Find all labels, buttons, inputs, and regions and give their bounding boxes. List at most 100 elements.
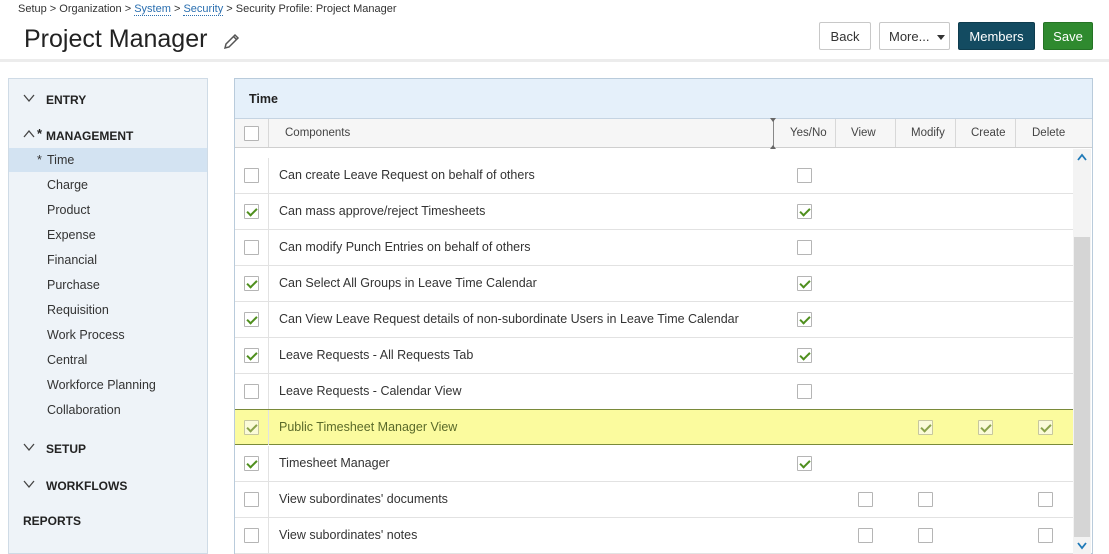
pencil-icon[interactable] <box>221 30 243 52</box>
chevron-down-icon <box>23 94 35 103</box>
back-button[interactable]: Back <box>819 22 871 50</box>
component-name: Can Select All Groups in Leave Time Cale… <box>279 276 537 290</box>
row-select-checkbox[interactable] <box>244 456 259 471</box>
row-select-checkbox[interactable] <box>244 240 259 255</box>
select-all-checkbox[interactable] <box>244 126 259 141</box>
table-row: Can mass approve/reject Timesheets <box>235 194 1075 230</box>
delete-checkbox[interactable] <box>1038 420 1053 435</box>
yesno-checkbox[interactable] <box>797 276 812 291</box>
row-select-checkbox[interactable] <box>244 204 259 219</box>
more-dropdown[interactable]: More... <box>879 22 950 50</box>
caret-down-icon <box>937 35 945 40</box>
scroll-down-icon[interactable] <box>1077 542 1087 550</box>
chevron-up-icon <box>23 129 35 138</box>
sidebar-item-collaboration[interactable]: Collaboration <box>9 398 207 422</box>
yesno-checkbox[interactable] <box>797 384 812 399</box>
yesno-checkbox[interactable] <box>797 168 812 183</box>
row-select-checkbox[interactable] <box>244 312 259 327</box>
yesno-checkbox[interactable] <box>797 348 812 363</box>
sidebar-item-requisition[interactable]: Requisition <box>9 298 207 322</box>
column-divider <box>268 446 269 481</box>
table-row: Can Select All Groups in Leave Time Cale… <box>235 266 1075 302</box>
row-select-checkbox[interactable] <box>244 492 259 507</box>
sidebar-item-work-process[interactable]: Work Process <box>9 323 207 347</box>
delete-checkbox[interactable] <box>1038 492 1053 507</box>
column-header-components[interactable]: Components <box>285 127 350 139</box>
sidebar-section-entry[interactable]: ENTRY <box>9 89 207 111</box>
view-checkbox[interactable] <box>858 528 873 543</box>
sidebar-section-setup[interactable]: SETUP <box>9 438 207 460</box>
column-divider <box>955 119 956 147</box>
delete-checkbox[interactable] <box>1038 528 1053 543</box>
sidebar-section-management[interactable]: * MANAGEMENT <box>9 125 207 147</box>
column-header-view[interactable]: View <box>851 127 876 139</box>
sidebar-item-label: Charge <box>47 178 88 192</box>
table-row: Leave Requests - All Requests Tab <box>235 338 1075 374</box>
panel-title: Time <box>249 92 278 106</box>
sidebar-item-label: Time <box>47 153 75 167</box>
breadcrumb-organization[interactable]: Organization <box>59 3 121 15</box>
breadcrumb-separator: > <box>223 3 236 15</box>
table-row: View subordinates' documents <box>235 482 1075 518</box>
sidebar-item-label: Requisition <box>47 303 109 317</box>
vertical-scrollbar[interactable] <box>1073 149 1091 554</box>
column-header-delete[interactable]: Delete <box>1032 127 1065 139</box>
row-select-checkbox[interactable] <box>244 420 259 435</box>
create-checkbox[interactable] <box>978 420 993 435</box>
column-header-create[interactable]: Create <box>971 127 1006 139</box>
breadcrumb-system[interactable]: System <box>134 3 171 16</box>
breadcrumb-separator: > <box>46 3 60 15</box>
sidebar-item-time[interactable]: * Time <box>9 148 207 172</box>
modified-star: * <box>37 153 42 167</box>
yesno-checkbox[interactable] <box>797 312 812 327</box>
column-header-modify[interactable]: Modify <box>911 127 945 139</box>
modify-checkbox[interactable] <box>918 420 933 435</box>
sidebar-item-label: Product <box>47 203 91 217</box>
sidebar-item-purchase[interactable]: Purchase <box>9 273 207 297</box>
sidebar-item-label: Collaboration <box>47 403 121 417</box>
permissions-panel: Time Components Yes/No View Modify Creat… <box>234 78 1093 554</box>
members-button[interactable]: Members <box>958 22 1035 50</box>
column-divider <box>268 266 269 301</box>
sidebar-item-label: Workforce Planning <box>47 378 156 392</box>
column-resize-handle[interactable] <box>770 118 776 149</box>
sidebar-item-financial[interactable]: Financial <box>9 248 207 272</box>
save-button[interactable]: Save <box>1043 22 1093 50</box>
breadcrumb-setup[interactable]: Setup <box>18 3 47 15</box>
row-select-checkbox[interactable] <box>244 168 259 183</box>
row-select-checkbox[interactable] <box>244 348 259 363</box>
more-label: More... <box>889 28 930 44</box>
sidebar-section-workflows[interactable]: WORKFLOWS <box>9 475 207 497</box>
view-checkbox[interactable] <box>858 492 873 507</box>
modify-checkbox[interactable] <box>918 492 933 507</box>
scroll-up-icon[interactable] <box>1077 153 1087 161</box>
page-title: Project Manager <box>24 25 208 53</box>
yesno-checkbox[interactable] <box>797 456 812 471</box>
sidebar-item-label: Central <box>47 353 88 367</box>
component-name: View subordinates' notes <box>279 528 418 542</box>
modified-star: * <box>37 126 43 141</box>
table-row: View subordinates' notes <box>235 518 1075 554</box>
scrollbar-thumb[interactable] <box>1074 237 1090 537</box>
component-name: Leave Requests - All Requests Tab <box>279 348 474 362</box>
sidebar-item-product[interactable]: Product <box>9 198 207 222</box>
row-select-checkbox[interactable] <box>244 384 259 399</box>
yesno-checkbox[interactable] <box>797 204 812 219</box>
breadcrumb-separator: > <box>170 3 184 15</box>
column-divider <box>835 119 836 147</box>
modify-checkbox[interactable] <box>918 528 933 543</box>
column-divider <box>268 338 269 373</box>
table-row-highlighted: Public Timesheet Manager View <box>235 409 1075 445</box>
chevron-down-icon <box>23 443 35 452</box>
column-divider <box>895 119 896 147</box>
yesno-checkbox[interactable] <box>797 240 812 255</box>
sidebar-item-charge[interactable]: Charge <box>9 173 207 197</box>
breadcrumb-security[interactable]: Security <box>183 3 224 16</box>
sidebar-item-expense[interactable]: Expense <box>9 223 207 247</box>
row-select-checkbox[interactable] <box>244 276 259 291</box>
column-header-yesno[interactable]: Yes/No <box>790 127 827 139</box>
sidebar-item-workforce-planning[interactable]: Workforce Planning <box>9 373 207 397</box>
sidebar-section-reports[interactable]: REPORTS <box>23 514 81 528</box>
sidebar-item-central[interactable]: Central <box>9 348 207 372</box>
row-select-checkbox[interactable] <box>244 528 259 543</box>
